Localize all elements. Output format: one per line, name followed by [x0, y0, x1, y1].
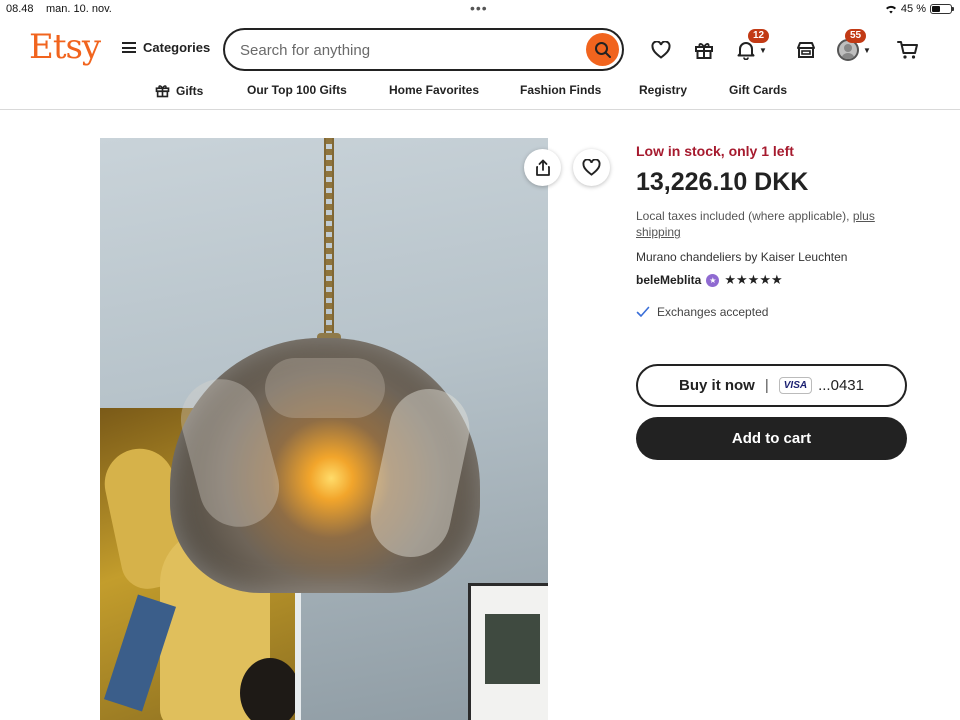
lamp-shade [170, 338, 480, 593]
framed-picture [468, 583, 548, 720]
lamp-chain [324, 138, 334, 343]
notifications-badge: 12 [748, 29, 770, 43]
gifts-button[interactable] [694, 38, 714, 62]
buy-it-now-button[interactable]: Buy it now | VISA ...0431 [636, 364, 907, 407]
status-bar: 08.48 man. 10. nov. ••• 45 % [0, 0, 960, 18]
seller-row: beleMeblita ★ ★★★★★ [636, 272, 783, 288]
exchanges-row: Exchanges accepted [636, 305, 768, 319]
exchanges-text: Exchanges accepted [657, 305, 769, 319]
menu-icon [122, 42, 136, 53]
rating-stars[interactable]: ★★★★★ [724, 272, 782, 288]
cart-button[interactable] [897, 38, 919, 62]
account-button[interactable]: ▼ 55 [837, 29, 871, 62]
shop-icon [797, 42, 815, 58]
add-to-cart-button[interactable]: Add to cart [636, 417, 907, 460]
categories-label: Categories [143, 40, 211, 55]
star-seller-badge-icon: ★ [706, 273, 720, 287]
chevron-down-icon: ▼ [863, 45, 871, 55]
search-input[interactable] [240, 39, 570, 61]
nav-item-gift-cards[interactable]: Gift Cards [729, 83, 787, 97]
visa-card-icon: VISA [778, 377, 813, 394]
site-header: Etsy Categories ▼ 12 ▼ 55 Gifts Our To [0, 18, 960, 110]
categories-button[interactable]: Categories [122, 40, 210, 55]
buy-now-label: Buy it now [679, 377, 755, 394]
bell-icon [737, 42, 755, 60]
heart-icon [582, 159, 601, 176]
share-button[interactable] [524, 149, 561, 186]
nav-item-fashion-finds[interactable]: Fashion Finds [520, 83, 601, 97]
multitasking-dots-icon[interactable]: ••• [470, 0, 488, 16]
nav-item-label: Gifts [176, 83, 204, 98]
nav-item-label: Home Favorites [389, 83, 480, 97]
shop-manager-button[interactable] [796, 38, 816, 62]
account-badge: 55 [845, 29, 867, 43]
nav-item-gifts[interactable]: Gifts [155, 83, 203, 98]
tax-note: Local taxes included (where applicable),… [636, 208, 908, 240]
nav-item-home-favorites[interactable]: Home Favorites [389, 83, 479, 97]
favorite-item-button[interactable] [573, 149, 610, 186]
status-date: man. 10. nov. [46, 3, 112, 15]
nav-item-label: Gift Cards [729, 83, 788, 97]
notifications-button[interactable]: ▼ 12 [737, 29, 770, 62]
cart-icon [897, 41, 918, 59]
seller-name[interactable]: beleMeblita [636, 273, 701, 287]
battery-icon [930, 4, 954, 14]
product-image[interactable] [100, 138, 548, 720]
nav-item-label: Fashion Finds [520, 83, 602, 97]
gift-icon [695, 43, 713, 59]
favorites-button[interactable] [651, 38, 671, 62]
card-suffix: ...0431 [818, 377, 864, 394]
nav-item-label: Registry [639, 83, 688, 97]
gift-icon [155, 85, 170, 98]
status-time: 08.48 [6, 3, 34, 15]
nav-item-top-100-gifts[interactable]: Our Top 100 Gifts [247, 83, 347, 97]
status-right: 45 % [885, 3, 954, 15]
search-icon [594, 41, 611, 58]
heart-icon [651, 41, 671, 59]
product-title: Murano chandeliers by Kaiser Leuchten [636, 250, 848, 264]
search-bar [223, 28, 624, 71]
checkmark-icon [636, 306, 650, 317]
nav-item-label: Our Top 100 Gifts [247, 83, 347, 97]
search-button[interactable] [586, 33, 619, 66]
price: 13,226.10 DKK [636, 168, 809, 196]
stock-notice: Low in stock, only 1 left [636, 143, 794, 159]
battery-percent: 45 % [900, 3, 926, 15]
share-icon [535, 159, 550, 176]
tax-text: Local taxes included (where applicable), [636, 209, 850, 223]
chevron-down-icon: ▼ [759, 45, 767, 55]
wifi-icon [885, 5, 896, 14]
category-nav: Gifts Our Top 100 Gifts Home Favorites F… [0, 80, 960, 106]
etsy-logo[interactable]: Etsy [29, 27, 101, 67]
nav-item-registry[interactable]: Registry [639, 83, 687, 97]
